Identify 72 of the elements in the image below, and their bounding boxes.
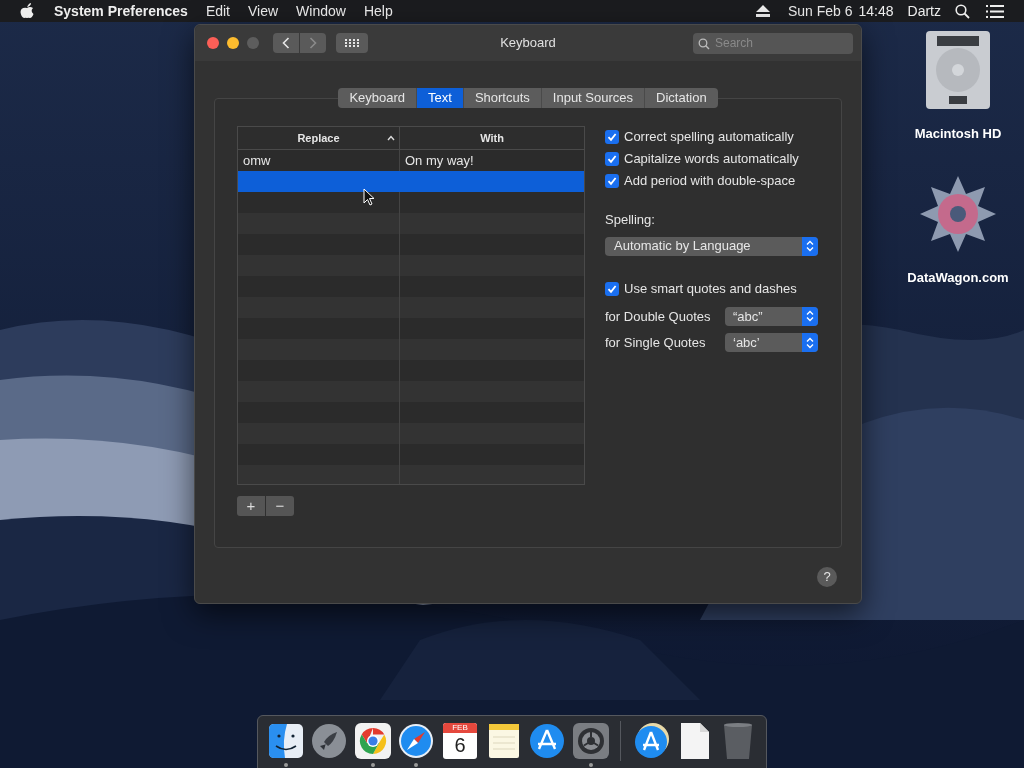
checkbox[interactable] [605, 174, 619, 188]
checkmark-icon [607, 283, 617, 294]
checkbox-label[interactable]: Add period with double-space [624, 171, 796, 191]
running-indicator [414, 763, 419, 767]
checkmark-icon [607, 176, 617, 186]
checkbox-label[interactable]: Correct spelling automatically [624, 127, 794, 147]
browser-logo-icon [353, 722, 392, 760]
user-menu[interactable]: Dartz [907, 0, 941, 22]
help-button[interactable]: ? [817, 567, 837, 587]
stylized-a-icon [528, 722, 567, 760]
mouse-pointer-icon [363, 188, 375, 206]
sort-ascending-icon [387, 135, 395, 141]
search-icon [698, 37, 710, 50]
show-all-button[interactable] [336, 33, 368, 53]
chevron-left-icon [282, 37, 290, 49]
spelling-label: Spelling: [605, 211, 656, 229]
table-cell-text: On my way! [405, 151, 474, 170]
compass-icon [397, 722, 436, 760]
tab[interactable]: Keyboard [338, 88, 417, 108]
checkbox-label[interactable]: Use smart quotes and dashes [624, 278, 797, 299]
column-header[interactable]: Replace [238, 127, 400, 149]
grid-icon [345, 39, 359, 47]
rocket-icon [310, 722, 349, 760]
hard-drive-icon [925, 30, 991, 110]
calendar-month: FEB [442, 723, 477, 733]
checkmark-icon [607, 154, 617, 164]
gear-icon [571, 722, 610, 760]
checkbox[interactable] [605, 152, 619, 166]
tab[interactable]: Text [416, 88, 463, 108]
quote-style-label: for Single Quotes [605, 334, 707, 352]
smiling-face-icon [266, 722, 305, 760]
column-header[interactable]: With [400, 127, 584, 149]
stepper-icon [802, 333, 818, 353]
menu-item[interactable]: Help [363, 0, 393, 22]
running-indicator [370, 763, 375, 767]
desktop-icon-label[interactable]: DataWagon.com [907, 267, 1009, 287]
chevron-right-icon [309, 37, 317, 49]
menu-item[interactable]: View [248, 0, 279, 22]
spelling-popup[interactable]: Automatic by Language [605, 236, 818, 256]
quote-style-label: for Double Quotes [605, 307, 712, 326]
close-button[interactable] [207, 37, 219, 49]
quote-style-popup[interactable]: ‘abc’ [725, 333, 818, 353]
running-indicator [588, 763, 593, 767]
menu-item[interactable]: Edit [205, 0, 230, 22]
menu-clock[interactable]: 14:48 [858, 0, 894, 22]
remove-button[interactable]: − [266, 496, 294, 516]
running-indicator [283, 763, 288, 767]
trash-icon [723, 722, 754, 760]
list-icon[interactable] [986, 4, 1004, 18]
app-menu[interactable]: System Preferences [54, 0, 188, 22]
dock-item[interactable]: FEB 6 [438, 721, 482, 767]
window-title: Keyboard [500, 34, 556, 53]
stepper-icon [802, 306, 818, 326]
back-button[interactable] [273, 33, 299, 53]
add-button[interactable]: + [237, 496, 265, 516]
eject-icon[interactable] [755, 5, 770, 17]
document-icon [679, 722, 710, 760]
checkmark-icon [607, 132, 617, 142]
checkbox[interactable] [605, 281, 619, 296]
apple-logo-icon[interactable] [20, 3, 34, 19]
table-cell-text: omw [243, 151, 271, 170]
quote-style-popup[interactable]: “abc” [725, 306, 818, 326]
stylized-a-icon [632, 722, 671, 760]
search-icon[interactable] [955, 3, 970, 19]
desktop-icon-label[interactable]: Macintosh HD [914, 124, 1002, 144]
minimize-button[interactable] [227, 37, 239, 49]
stepper-icon [802, 236, 818, 256]
menu-date[interactable]: Sun Feb 6 [787, 0, 853, 22]
checkbox[interactable] [605, 130, 619, 144]
calendar-day: 6 [442, 733, 477, 757]
menu-item[interactable]: Window [296, 0, 346, 22]
checkbox-label[interactable]: Capitalize words automatically [624, 149, 799, 169]
